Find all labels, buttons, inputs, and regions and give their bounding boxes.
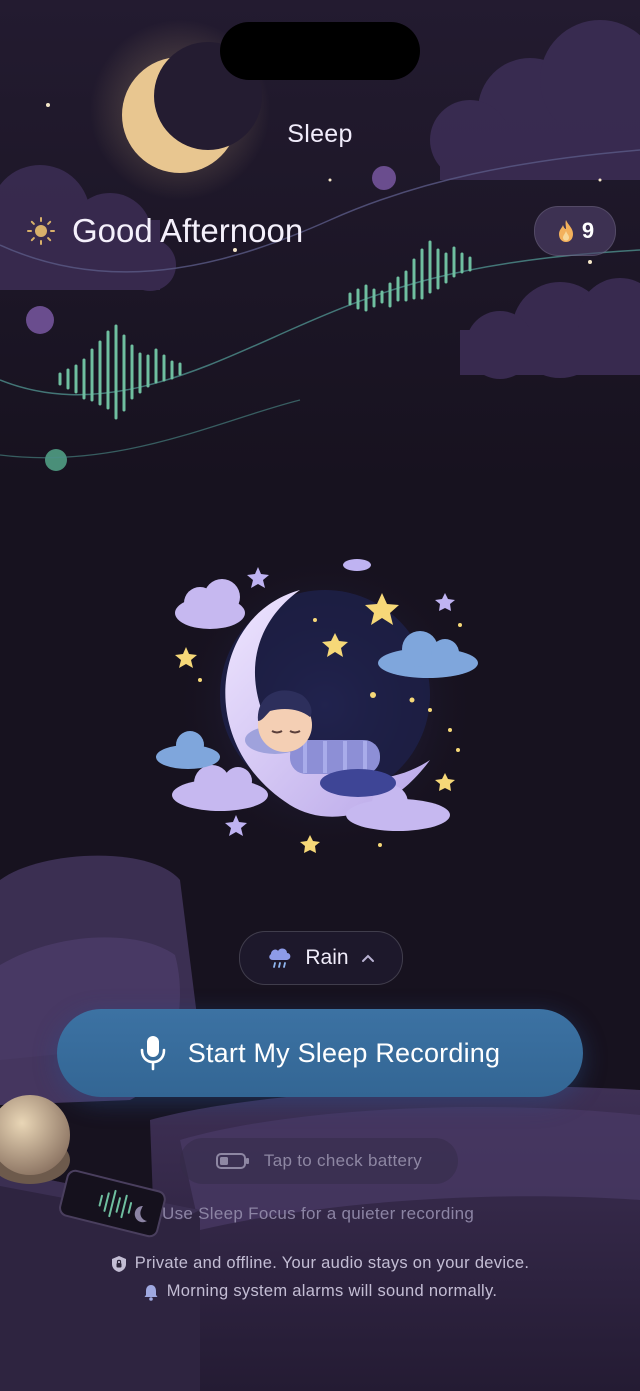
check-battery-button[interactable]: Tap to check battery [180, 1138, 458, 1184]
alarm-note: Morning system alarms will sound normall… [0, 1282, 640, 1301]
start-recording-label: Start My Sleep Recording [187, 1037, 501, 1068]
shield-lock-icon [111, 1255, 126, 1272]
privacy-note-text: Private and offline. Your audio stays on… [134, 1254, 530, 1272]
streak-badge[interactable]: 9 [534, 206, 616, 256]
sleeping-child-moon-illustration [156, 555, 478, 855]
bell-icon [144, 1284, 158, 1301]
streak-count: 9 [581, 218, 595, 243]
greeting-text: Good Afternoon [72, 212, 304, 249]
sun-icon [27, 217, 55, 245]
camera-notch [220, 22, 420, 80]
battery-icon [215, 1153, 249, 1169]
alarm-note-text: Morning system alarms will sound normall… [166, 1282, 498, 1300]
check-battery-label: Tap to check battery [263, 1151, 423, 1170]
sleep-focus-label: Use Sleep Focus for a quieter recording [162, 1204, 475, 1223]
start-recording-button[interactable]: Start My Sleep Recording [57, 1009, 583, 1097]
sleep-focus-hint[interactable]: Use Sleep Focus for a quieter recording [130, 1200, 530, 1228]
greeting: Good Afternoon [26, 210, 303, 252]
sound-selector-label: Rain [305, 946, 349, 969]
sleep-focus-icon [134, 1206, 147, 1223]
page-title: Sleep [287, 120, 353, 148]
chevron-up-icon [361, 954, 374, 962]
privacy-note: Private and offline. Your audio stays on… [0, 1254, 640, 1273]
flame-icon [558, 220, 573, 242]
microphone-icon [140, 1036, 166, 1071]
rain-cloud-icon [269, 948, 291, 968]
sound-selector[interactable]: Rain [239, 931, 403, 985]
